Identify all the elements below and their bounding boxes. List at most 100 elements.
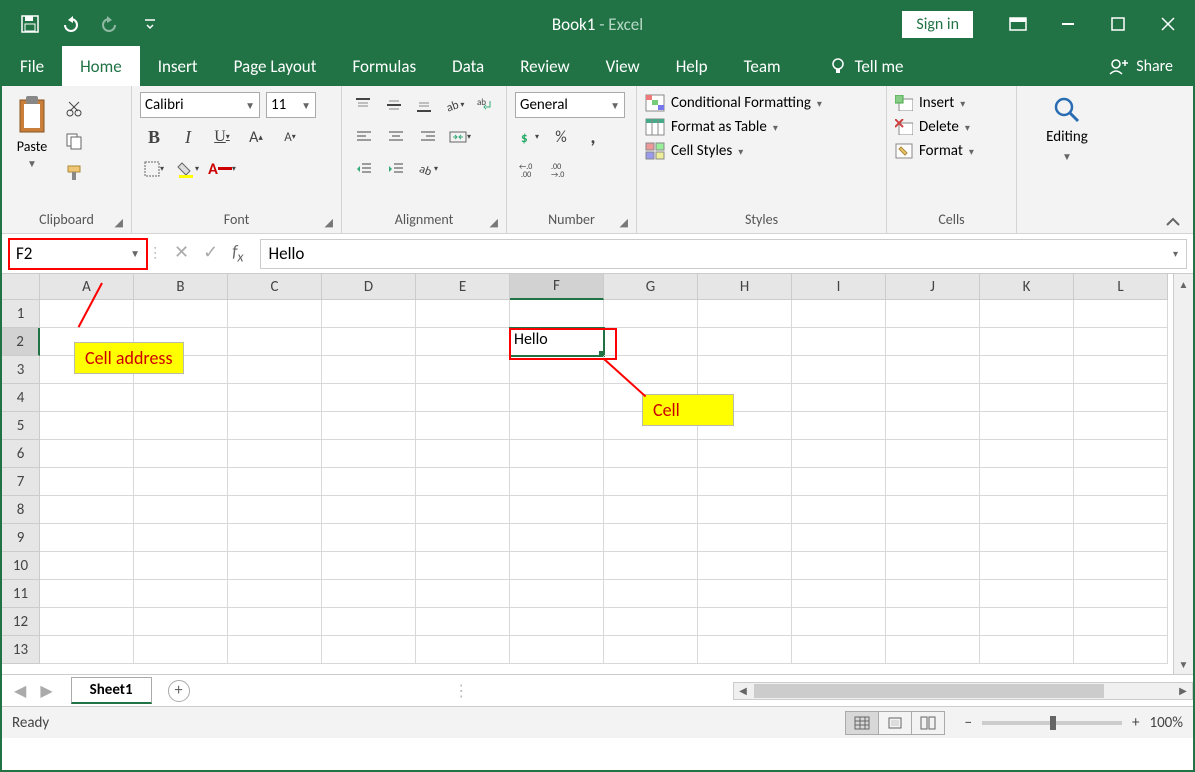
increase-decimal-icon[interactable]: ←.0.00 <box>515 156 543 182</box>
cell[interactable] <box>604 468 698 496</box>
cell[interactable] <box>134 468 228 496</box>
column-header[interactable]: C <box>228 274 322 300</box>
row-header[interactable]: 7 <box>2 468 40 496</box>
cell[interactable] <box>792 496 886 524</box>
tab-review[interactable]: Review <box>502 46 587 86</box>
cell[interactable] <box>134 384 228 412</box>
cell[interactable] <box>980 636 1074 664</box>
tab-page-layout[interactable]: Page Layout <box>216 46 335 86</box>
cell[interactable] <box>322 440 416 468</box>
cell[interactable] <box>1074 384 1168 412</box>
sheet-tab[interactable]: Sheet1 <box>71 677 152 704</box>
font-size-combo[interactable]: 11▼ <box>266 92 316 118</box>
cell[interactable] <box>228 636 322 664</box>
accounting-format-icon[interactable]: $▾ <box>515 124 543 150</box>
cell[interactable] <box>604 580 698 608</box>
wrap-text-icon[interactable]: ab <box>472 92 498 118</box>
new-sheet-button[interactable]: + <box>168 680 190 702</box>
row-header[interactable]: 2 <box>2 328 40 356</box>
cell[interactable] <box>792 412 886 440</box>
sign-in-button[interactable]: Sign in <box>902 11 973 38</box>
cell[interactable] <box>604 636 698 664</box>
cell[interactable] <box>698 328 792 356</box>
cell[interactable] <box>416 440 510 468</box>
undo-icon[interactable] <box>52 6 88 42</box>
cell[interactable] <box>980 328 1074 356</box>
column-header[interactable]: F <box>510 274 604 300</box>
tell-me-search[interactable]: Tell me <box>811 46 922 86</box>
row-header[interactable]: 6 <box>2 440 40 468</box>
cell[interactable] <box>134 524 228 552</box>
clipboard-launcher-icon[interactable]: ◢ <box>115 216 123 229</box>
number-format-combo[interactable]: General▼ <box>515 92 625 118</box>
cell[interactable] <box>1074 524 1168 552</box>
cell[interactable] <box>40 468 134 496</box>
tab-insert[interactable]: Insert <box>140 46 216 86</box>
cell[interactable] <box>604 300 698 328</box>
cell[interactable] <box>322 356 416 384</box>
font-launcher-icon[interactable]: ◢ <box>325 216 333 229</box>
cell[interactable] <box>792 608 886 636</box>
cell[interactable] <box>416 468 510 496</box>
save-icon[interactable] <box>12 6 48 42</box>
cell[interactable] <box>1074 608 1168 636</box>
percent-icon[interactable]: % <box>547 124 575 150</box>
cell[interactable] <box>416 496 510 524</box>
row-header[interactable]: 9 <box>2 524 40 552</box>
tab-help[interactable]: Help <box>658 46 726 86</box>
cell[interactable] <box>698 608 792 636</box>
column-header[interactable]: D <box>322 274 416 300</box>
cell[interactable] <box>792 552 886 580</box>
cell[interactable] <box>322 328 416 356</box>
scroll-up-icon[interactable]: ▲ <box>1174 274 1193 294</box>
cell-styles-button[interactable]: Cell Styles ▾ <box>645 142 878 160</box>
paste-button[interactable]: Paste ▼ <box>10 92 54 186</box>
scroll-down-icon[interactable]: ▼ <box>1174 654 1193 674</box>
cell[interactable] <box>322 608 416 636</box>
decrease-indent-icon[interactable] <box>350 156 378 182</box>
copy-icon[interactable] <box>60 128 88 154</box>
vertical-scrollbar[interactable]: ▲ ▼ <box>1173 274 1193 674</box>
cell[interactable] <box>228 524 322 552</box>
cell[interactable] <box>980 300 1074 328</box>
row-header[interactable]: 5 <box>2 412 40 440</box>
cell[interactable] <box>510 300 604 328</box>
cut-icon[interactable] <box>60 96 88 122</box>
formula-bar-splitter[interactable]: ●●● <box>154 241 158 267</box>
cell[interactable] <box>134 580 228 608</box>
cell[interactable] <box>698 636 792 664</box>
cell[interactable] <box>792 328 886 356</box>
cell[interactable] <box>40 412 134 440</box>
name-box[interactable]: F2▼ <box>8 238 148 270</box>
cell[interactable] <box>604 496 698 524</box>
zoom-level[interactable]: 100% <box>1149 714 1183 732</box>
row-header[interactable]: 1 <box>2 300 40 328</box>
cell[interactable] <box>698 440 792 468</box>
cell[interactable] <box>886 300 980 328</box>
insert-cells-button[interactable]: Insert ▾ <box>895 94 1008 112</box>
cell[interactable] <box>134 608 228 636</box>
align-middle-icon[interactable] <box>380 92 406 118</box>
cell[interactable] <box>134 300 228 328</box>
zoom-slider[interactable] <box>982 721 1122 725</box>
cell[interactable] <box>698 300 792 328</box>
tab-data[interactable]: Data <box>434 46 502 86</box>
cell[interactable] <box>886 384 980 412</box>
align-center-icon[interactable] <box>382 124 410 150</box>
sheet-nav-next-icon[interactable]: ▶ <box>34 679 58 703</box>
formula-input[interactable]: Hello▾ <box>260 239 1187 269</box>
row-header[interactable]: 4 <box>2 384 40 412</box>
close-button[interactable] <box>1143 2 1193 46</box>
cell[interactable] <box>604 328 698 356</box>
cell[interactable] <box>1074 300 1168 328</box>
cell[interactable] <box>698 580 792 608</box>
collapse-ribbon-icon[interactable] <box>1165 217 1181 227</box>
column-header[interactable]: E <box>416 274 510 300</box>
cell[interactable] <box>1074 496 1168 524</box>
cell[interactable] <box>980 524 1074 552</box>
cell[interactable] <box>886 412 980 440</box>
cell[interactable] <box>792 636 886 664</box>
cell[interactable] <box>792 384 886 412</box>
cell[interactable] <box>510 496 604 524</box>
cell[interactable] <box>698 552 792 580</box>
